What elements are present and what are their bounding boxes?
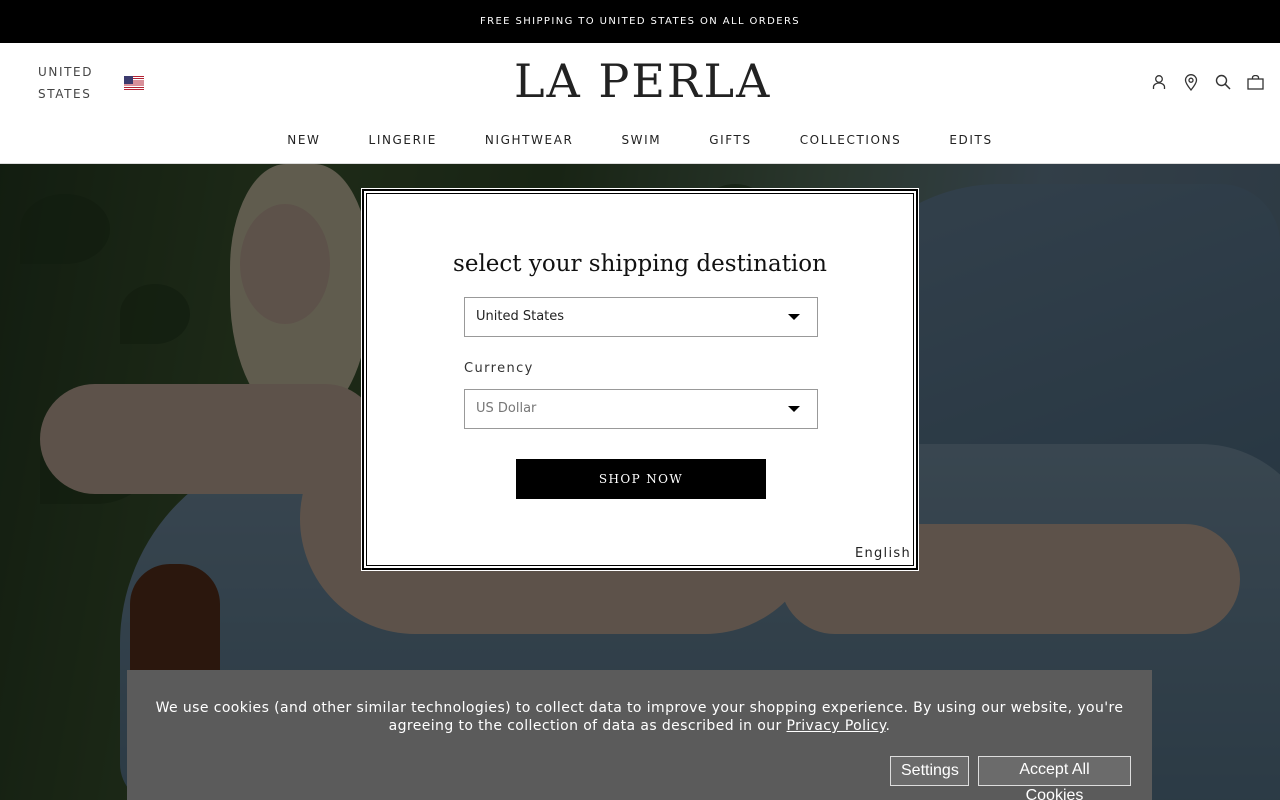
us-flag-icon[interactable] xyxy=(124,76,144,90)
brand-logo[interactable]: LA PERLA xyxy=(514,55,769,107)
shop-now-button[interactable]: SHOP NOW xyxy=(516,459,766,499)
currency-select[interactable]: US Dollar xyxy=(464,389,818,429)
currency-select-value: US Dollar xyxy=(476,401,537,416)
cookie-period: . xyxy=(885,718,891,734)
privacy-policy-link[interactable]: Privacy Policy xyxy=(787,718,886,734)
modal-title: select your shipping destination xyxy=(453,251,827,277)
nav-item-swim[interactable]: SWIM xyxy=(621,133,661,147)
locale-line-2: STATES xyxy=(38,87,92,101)
site-header: UNITED STATES LA PERLA NEW LINGERIE NIGH… xyxy=(0,43,1280,164)
country-select[interactable]: United States xyxy=(464,297,818,337)
country-select-value: United States xyxy=(476,309,565,324)
accept-all-cookies-button[interactable]: Accept All Cookies xyxy=(978,756,1131,800)
currency-label: Currency xyxy=(464,361,534,376)
promo-bar: FREE SHIPPING TO UNITED STATES ON ALL OR… xyxy=(0,0,1280,43)
cookie-banner: We use cookies (and other similar techno… xyxy=(127,670,1152,800)
bag-icon[interactable] xyxy=(1246,73,1264,91)
store-locator-icon[interactable] xyxy=(1182,73,1200,91)
nav-item-edits[interactable]: EDITS xyxy=(949,133,992,147)
nav-item-collections[interactable]: COLLECTIONS xyxy=(800,133,902,147)
nav-item-gifts[interactable]: GIFTS xyxy=(709,133,751,147)
nav-item-new[interactable]: NEW xyxy=(287,133,320,147)
chevron-down-icon xyxy=(788,314,800,320)
search-icon[interactable] xyxy=(1214,73,1232,91)
main-nav: NEW LINGERIE NIGHTWEAR SWIM GIFTS COLLEC… xyxy=(0,133,1280,147)
nav-item-nightwear[interactable]: NIGHTWEAR xyxy=(485,133,574,147)
nav-item-lingerie[interactable]: LINGERIE xyxy=(369,133,437,147)
language-selector[interactable]: English xyxy=(855,546,911,561)
promo-text: FREE SHIPPING TO UNITED STATES ON ALL OR… xyxy=(479,16,801,27)
chevron-down-icon xyxy=(788,406,800,412)
cookie-message: We use cookies (and other similar techno… xyxy=(155,700,1124,734)
account-icon[interactable] xyxy=(1150,73,1168,91)
locale-line-1: UNITED xyxy=(38,65,94,79)
cookie-text: We use cookies (and other similar techno… xyxy=(147,699,1132,735)
locale-selector[interactable]: UNITED STATES xyxy=(38,61,144,105)
shipping-destination-modal: select your shipping destination United … xyxy=(361,188,919,571)
locale-label[interactable]: UNITED STATES xyxy=(38,61,94,105)
header-icons xyxy=(1150,73,1264,91)
cookie-settings-button[interactable]: Settings xyxy=(890,756,969,786)
